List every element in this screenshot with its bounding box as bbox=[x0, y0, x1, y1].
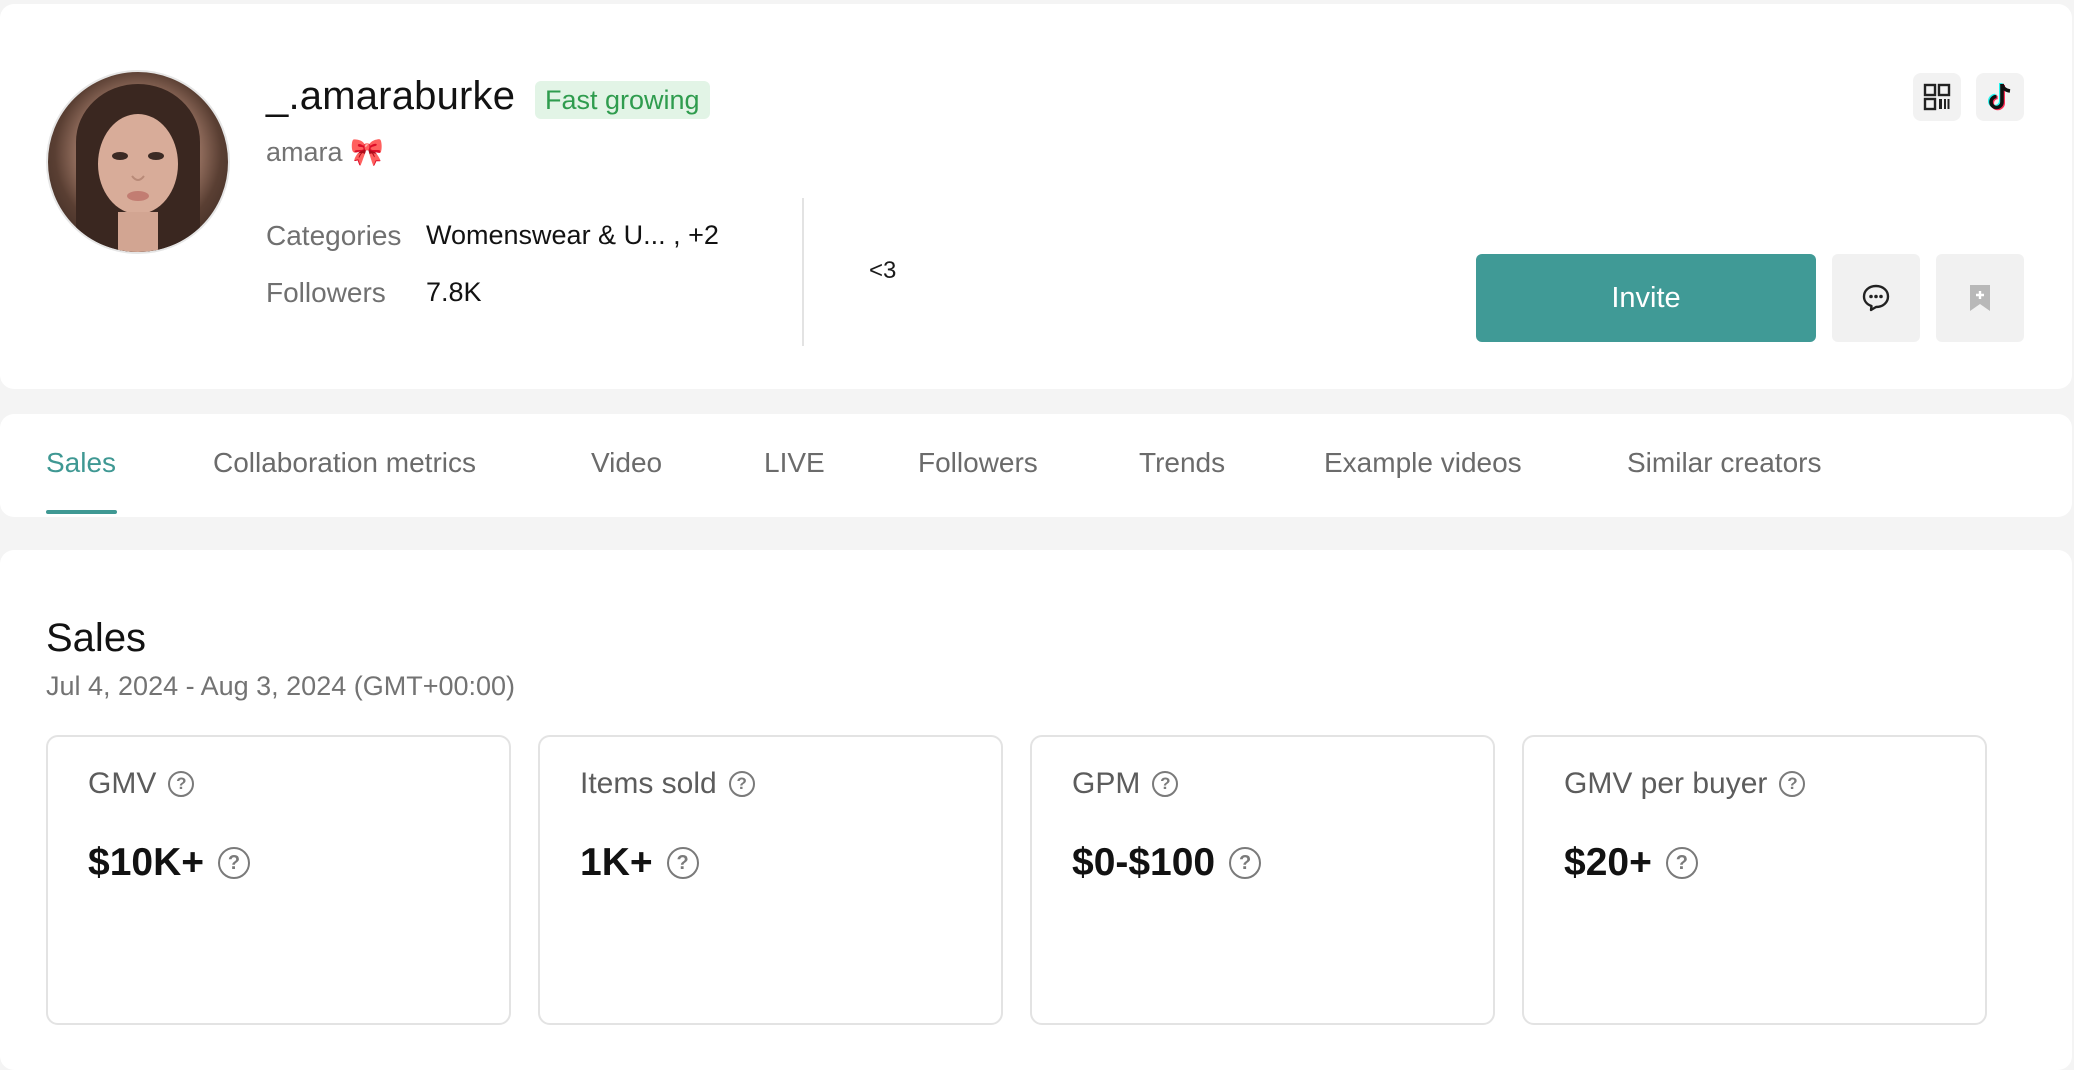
metric-label: GPM bbox=[1072, 767, 1141, 800]
help-icon[interactable]: ? bbox=[1665, 847, 1698, 879]
metric-value: $0-$100 bbox=[1072, 841, 1216, 884]
tiktok-icon bbox=[1988, 83, 2011, 111]
categories-label: Categories bbox=[266, 220, 402, 251]
invite-button[interactable]: Invite bbox=[1476, 254, 1816, 342]
help-icon[interactable]: ? bbox=[728, 771, 755, 797]
bookmark-add-icon bbox=[1970, 285, 1990, 311]
metric-card-gmv-per-buyer: GMV per buyer ? $20+ ? bbox=[1522, 735, 1987, 1025]
qr-code-icon bbox=[1923, 83, 1951, 111]
metric-value: 1K+ bbox=[580, 841, 653, 884]
tab-sales[interactable]: Sales bbox=[46, 447, 116, 479]
metric-card-gmv: GMV ? $10K+ ? bbox=[46, 735, 511, 1025]
metric-card-items-sold: Items sold ? 1K+ ? bbox=[538, 735, 1003, 1025]
active-tab-indicator bbox=[46, 510, 117, 514]
message-icon bbox=[1862, 284, 1890, 312]
metric-value: $10K+ bbox=[88, 841, 205, 884]
creator-profile-card: _.amaraburke Fast growing amara 🎀 Catego… bbox=[0, 4, 2072, 389]
tiktok-button[interactable] bbox=[1976, 73, 2024, 121]
sales-section: Sales Jul 4, 2024 - Aug 3, 2024 (GMT+00:… bbox=[0, 550, 2072, 1070]
message-button[interactable] bbox=[1832, 254, 1920, 342]
tab-live[interactable]: LIVE bbox=[764, 447, 825, 479]
help-icon[interactable]: ? bbox=[1152, 771, 1179, 797]
vertical-divider bbox=[802, 198, 804, 346]
tab-similar-creators[interactable]: Similar creators bbox=[1627, 447, 1821, 479]
section-title: Sales bbox=[46, 616, 147, 660]
help-icon[interactable]: ? bbox=[168, 771, 195, 797]
avatar bbox=[46, 70, 230, 254]
metric-value: $20+ bbox=[1564, 841, 1652, 884]
help-icon[interactable]: ? bbox=[218, 847, 251, 879]
metric-label: GMV bbox=[88, 767, 157, 800]
save-creator-button[interactable] bbox=[1936, 254, 2024, 342]
metric-label: Items sold bbox=[580, 767, 717, 800]
avatar-image bbox=[76, 84, 200, 252]
categories-value[interactable]: Womenswear & U... , +2 bbox=[426, 220, 719, 251]
creator-nickname: amara 🎀 bbox=[266, 137, 384, 167]
followers-label: Followers bbox=[266, 277, 386, 308]
tab-video[interactable]: Video bbox=[591, 447, 662, 479]
tab-bar: Sales Collaboration metrics Video LIVE F… bbox=[0, 414, 2072, 517]
tab-followers[interactable]: Followers bbox=[918, 447, 1038, 479]
followers-value: 7.8K bbox=[426, 277, 482, 307]
help-icon[interactable]: ? bbox=[1779, 771, 1806, 797]
creator-bio: <3 bbox=[869, 257, 897, 284]
qr-code-button[interactable] bbox=[1913, 73, 1961, 121]
help-icon[interactable]: ? bbox=[666, 847, 699, 879]
tab-trends[interactable]: Trends bbox=[1139, 447, 1225, 479]
fast-growing-badge: Fast growing bbox=[535, 81, 710, 119]
metric-label: GMV per buyer bbox=[1564, 767, 1768, 800]
tab-example-videos[interactable]: Example videos bbox=[1324, 447, 1522, 479]
metric-card-gpm: GPM ? $0-$100 ? bbox=[1030, 735, 1495, 1025]
tab-collaboration-metrics[interactable]: Collaboration metrics bbox=[213, 447, 476, 479]
help-icon[interactable]: ? bbox=[1229, 847, 1262, 879]
creator-username: _.amaraburke bbox=[266, 74, 516, 118]
date-range: Jul 4, 2024 - Aug 3, 2024 (GMT+00:00) bbox=[46, 671, 516, 701]
